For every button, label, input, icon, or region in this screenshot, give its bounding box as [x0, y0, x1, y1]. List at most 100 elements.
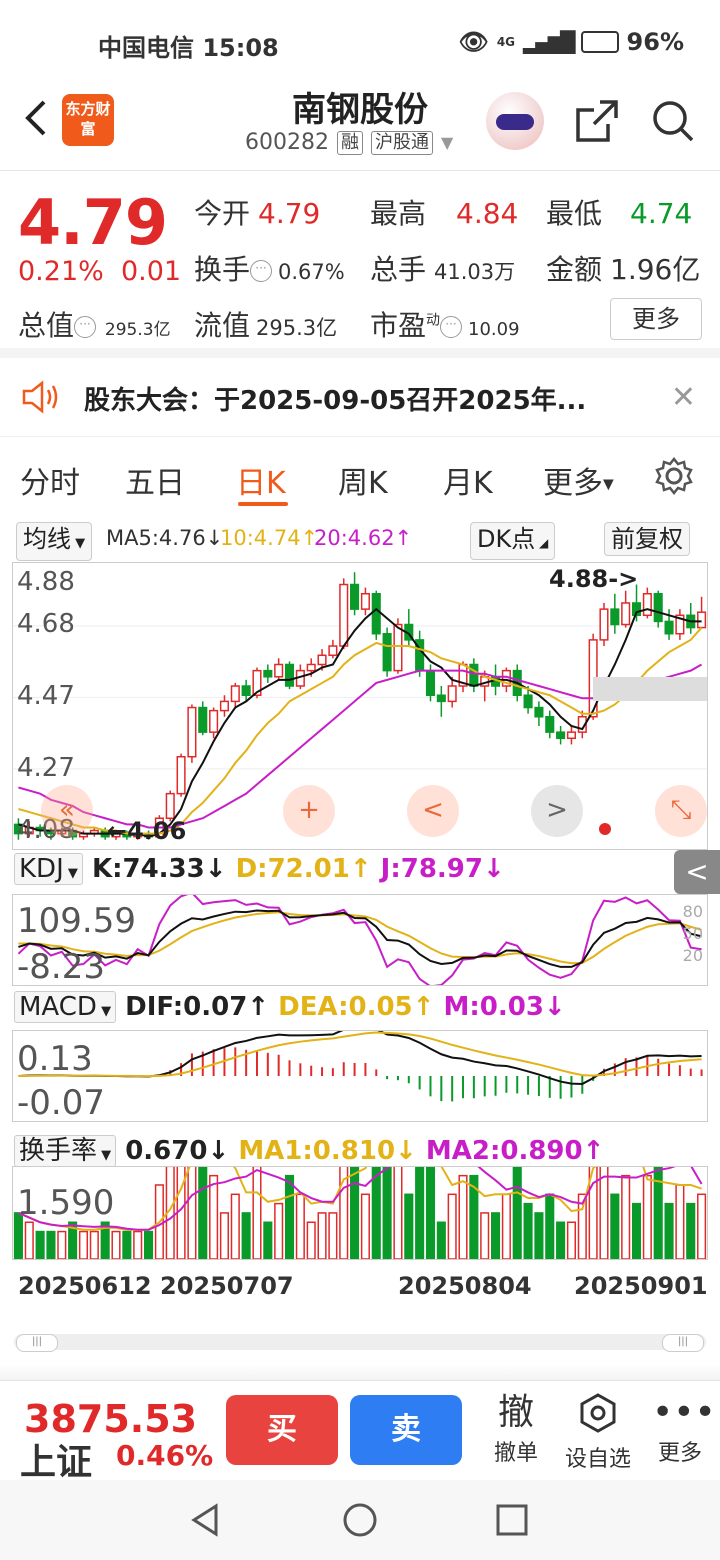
turnover-bar [46, 1230, 56, 1259]
status-bar: 中国电信 15:08 👁 4G ▂▄▆█ 96% [0, 0, 720, 84]
kdj-select[interactable]: KDJ ▼ [14, 853, 83, 885]
scroll-handle-right[interactable]: ||| [662, 1334, 704, 1352]
fullscreen-icon[interactable]: ⤡ [655, 785, 707, 837]
dk-point-button[interactable]: DK点 ◢ [470, 522, 556, 560]
turnover-bar [284, 1174, 295, 1259]
turnover-bar [371, 1167, 381, 1259]
macd-panel: 0.13 -0.07 [12, 1030, 708, 1123]
turnover-select[interactable]: 换手率 ▼ [14, 1135, 117, 1167]
tab-monthly-k[interactable]: 月K [443, 458, 493, 502]
turnover-bar [631, 1202, 642, 1259]
tab-more[interactable]: 更多▼ [543, 458, 614, 502]
candle-body [393, 623, 403, 672]
kdj-bottom: -8.23 [17, 947, 105, 987]
macd-select[interactable]: MACD ▼ [14, 991, 117, 1023]
info-icon[interactable]: ··· [440, 316, 463, 338]
candle-body [642, 593, 652, 617]
more-dots-icon: ••• [652, 1392, 716, 1433]
candle-body [328, 645, 338, 657]
cancel-icon: 撤 [497, 1392, 534, 1433]
turnover-bar [686, 1202, 696, 1259]
ma5-value: MA5:4.76↓ [106, 526, 224, 550]
add-watchlist-button[interactable]: 设自选 [558, 1391, 638, 1473]
tab-daily-k[interactable]: 日K [236, 458, 286, 502]
network-icon: 4G [496, 35, 516, 49]
nav-back-icon[interactable] [188, 1502, 224, 1538]
low-annotation: ←4.06 [107, 817, 187, 845]
candle-body [436, 694, 446, 703]
turnover-bar [89, 1230, 99, 1259]
info-icon[interactable]: ··· [74, 316, 97, 338]
turnover-bar [523, 1202, 533, 1259]
turnover-bar [545, 1193, 555, 1259]
tab-five-day[interactable]: 五日 [125, 458, 185, 502]
nav-home-icon[interactable] [342, 1502, 378, 1538]
adjust-button[interactable]: 前复权 [604, 522, 690, 556]
turnover-bar [187, 1167, 197, 1259]
more-quote-button[interactable]: 更多 [610, 298, 702, 340]
zoom-in-icon[interactable]: + [283, 785, 335, 837]
ma20-value: 20:4.62↑ [314, 526, 413, 550]
candle-body [599, 608, 609, 641]
candle-body [209, 709, 219, 733]
chevron-down-icon[interactable]: ▼ [441, 133, 453, 152]
active-tab-underline [238, 502, 288, 506]
hexagon-icon [580, 1393, 616, 1433]
candle-body [425, 669, 436, 696]
turnover-bar [447, 1193, 457, 1259]
turnover-bar [111, 1230, 121, 1259]
market-cap: 总值 ··· 295.3亿 [18, 309, 171, 342]
gear-icon[interactable] [654, 456, 694, 496]
kline-chart[interactable]: 4.88 4.68 4.47 4.27 4.08 4.88-> ←4.06 « … [12, 562, 708, 850]
sell-button[interactable]: 卖 [350, 1395, 462, 1465]
speaker-icon [22, 380, 58, 414]
candle-body [274, 663, 284, 678]
chart-scroll-left-icon[interactable]: « [41, 785, 93, 837]
market-tag[interactable]: 沪股通 [370, 130, 433, 155]
y-tick: 4.47 [17, 681, 75, 711]
stock-header: 东方财富 南钢股份 600282 融 沪股通 ▼ [0, 84, 720, 171]
turnover-bar [263, 1221, 273, 1259]
scroll-handle-left[interactable]: ||| [16, 1334, 58, 1352]
share-icon[interactable] [574, 98, 620, 144]
turnover-bar [436, 1221, 446, 1259]
ma-select[interactable]: 均线 ▼ [16, 522, 93, 561]
kline-svg [13, 572, 707, 840]
ma5-line [18, 607, 702, 838]
collapse-icon[interactable]: < [674, 850, 720, 894]
tab-weekly-k[interactable]: 周K [338, 458, 388, 502]
turnover-bar [219, 1212, 229, 1259]
prev-icon[interactable]: < [407, 785, 459, 837]
candle-body [241, 685, 251, 696]
tab-intraday[interactable]: 分时 [20, 458, 80, 502]
turnover-bar [122, 1230, 132, 1259]
turnover-ma1-line [18, 1167, 702, 1231]
candle-body [360, 593, 370, 610]
turnover-svg [13, 1167, 707, 1259]
dk-zone [593, 677, 707, 701]
turnover-bar [642, 1174, 652, 1259]
turnover-bar [415, 1167, 425, 1259]
candle-body [165, 792, 175, 819]
nav-recent-icon[interactable] [494, 1502, 530, 1538]
turnover-bar [675, 1184, 685, 1259]
margin-tag: 融 [336, 130, 363, 155]
candle-body [382, 632, 392, 672]
kdj-header: KDJ ▼ K:74.33↓ D:72.01↑ J:78.97↓ [14, 853, 505, 885]
buy-button[interactable]: 买 [226, 1395, 338, 1465]
current-price: 4.79 [18, 186, 168, 259]
chart-scrollbar[interactable]: ||| ||| [14, 1334, 706, 1352]
search-icon[interactable] [650, 98, 696, 144]
turnover-bar [556, 1221, 566, 1259]
y-tick: 4.88 [17, 567, 75, 597]
candle-body [339, 583, 349, 647]
notice-text: 股东大会：于2025-09-05召开2025年... [84, 386, 587, 416]
turnover-bar [621, 1174, 631, 1259]
close-icon[interactable]: ✕ [671, 380, 696, 415]
next-icon[interactable]: > [531, 785, 583, 837]
more-button[interactable]: ••• 更多 [652, 1391, 716, 1467]
ai-assistant-icon[interactable] [486, 92, 544, 150]
notice-bar[interactable]: 股东大会：于2025-09-05召开2025年... ✕ [0, 358, 720, 437]
info-icon[interactable]: ··· [250, 260, 273, 282]
cancel-order-button[interactable]: 撤 撤单 [488, 1391, 544, 1467]
